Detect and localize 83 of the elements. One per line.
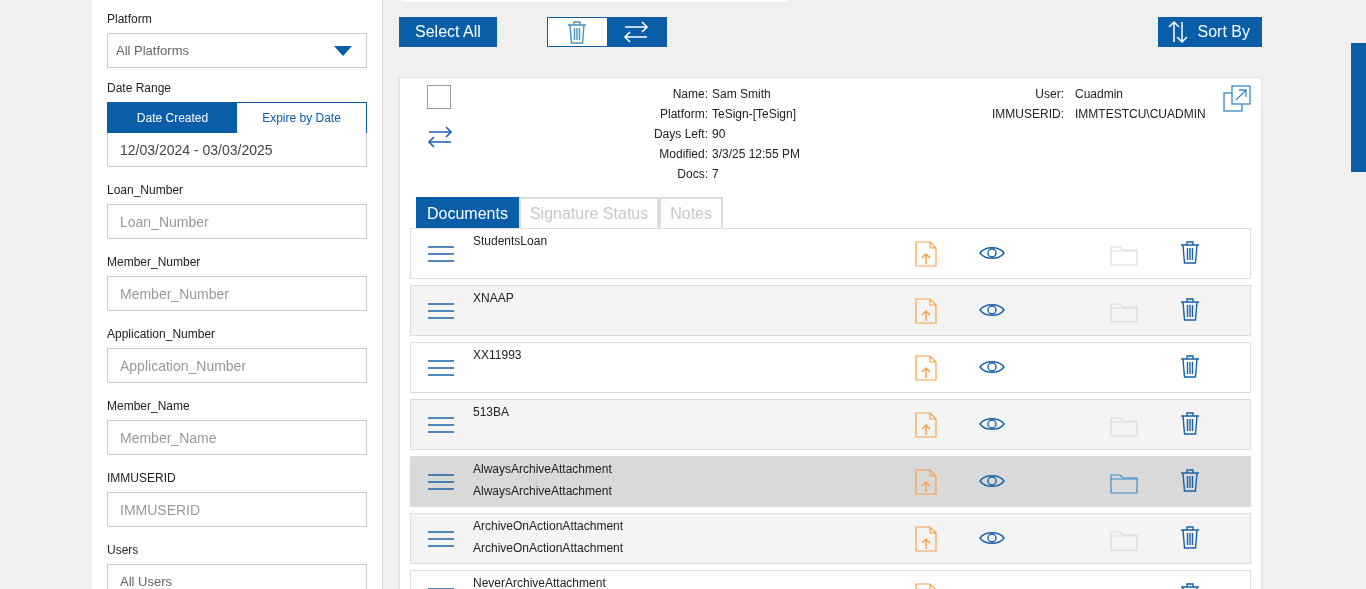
document-row[interactable]: StudentsLoan — [410, 228, 1251, 279]
eye-icon[interactable] — [979, 416, 1005, 432]
tab[interactable]: Documents — [416, 197, 519, 228]
upload-file-icon[interactable] — [915, 241, 937, 267]
menu-icon[interactable] — [428, 473, 454, 491]
field-label: Platform: — [658, 106, 708, 122]
sort-button[interactable]: Sort By — [1157, 17, 1262, 47]
sort-icon[interactable] — [1167, 21, 1188, 43]
document-subtitle: ArchiveOnActionAttachment — [473, 540, 625, 557]
document-name: AlwaysArchiveAttachment — [473, 461, 613, 478]
trash-icon[interactable] — [1179, 240, 1201, 266]
field-label: Modified: — [658, 146, 708, 162]
field-label: Users — [107, 543, 140, 557]
eye-icon[interactable] — [979, 302, 1005, 318]
field-value: 90 — [712, 126, 727, 142]
trash-icon[interactable] — [1179, 411, 1201, 437]
field-label: Loan_Number — [107, 183, 185, 197]
input-field[interactable]: Loan_Number — [107, 204, 367, 239]
folder-icon[interactable] — [1110, 472, 1138, 494]
eye-icon[interactable] — [979, 359, 1005, 375]
document-row[interactable]: AlwaysArchiveAttachment AlwaysArchiveAttachment — [410, 456, 1251, 507]
input-field[interactable]: IMMUSERID — [107, 492, 367, 527]
document-row[interactable]: ArchiveOnActionAttachment ArchiveOnActionAttachment — [410, 513, 1251, 564]
select-all-button[interactable]: Select All — [399, 17, 497, 47]
document-row[interactable]: XNAAP — [410, 285, 1251, 336]
toggle-segment[interactable] — [606, 18, 666, 46]
trash-icon[interactable] — [1179, 297, 1201, 323]
document-name: XX11993 — [473, 347, 523, 364]
swap-icon[interactable] — [427, 125, 453, 149]
eye-icon[interactable] — [979, 530, 1005, 546]
input-field[interactable]: Member_Name — [107, 420, 367, 455]
menu-icon[interactable] — [428, 302, 454, 320]
document-name: StudentsLoan — [473, 233, 549, 250]
document-row[interactable]: NeverArchiveAttachment — [410, 570, 1251, 589]
input-field[interactable]: Member_Number — [107, 276, 367, 311]
trash-icon[interactable] — [1179, 354, 1201, 380]
field-value: IMMTESTCU\CUADMIN — [1075, 106, 1206, 122]
document-subtitle: AlwaysArchiveAttachment — [473, 483, 613, 500]
platform-dropdown[interactable]: All Platforms — [107, 33, 367, 68]
field-value: TeSign-[TeSign] — [712, 106, 798, 122]
field-label: Docs: — [676, 166, 708, 182]
document-row[interactable]: XX11993 — [410, 342, 1251, 393]
document-row[interactable]: 513BA — [410, 399, 1251, 450]
field-value: Cuadmin — [1075, 86, 1125, 102]
field-label: Member_Name — [107, 399, 191, 413]
upload-file-icon[interactable] — [915, 526, 937, 552]
trash-icon[interactable] — [566, 20, 589, 44]
field-label: Days Left: — [652, 126, 708, 142]
date-range-field[interactable]: 12/03/2024 - 03/03/2025 — [107, 133, 367, 167]
upload-file-icon[interactable] — [915, 298, 937, 324]
menu-icon[interactable] — [428, 245, 454, 263]
document-name: ArchiveOnActionAttachment — [473, 518, 625, 535]
side-handle[interactable] — [1351, 43, 1366, 172]
document-name: 513BA — [473, 404, 511, 421]
upload-file-icon[interactable] — [915, 412, 937, 438]
trash-icon[interactable] — [1179, 525, 1201, 551]
field-label: Name: — [671, 86, 708, 102]
field-value: 3/3/25 12:55 PM — [712, 146, 802, 162]
field-label: Platform — [107, 12, 153, 26]
menu-icon[interactable] — [428, 359, 454, 377]
field-label: Member_Number — [107, 255, 202, 269]
menu-icon[interactable] — [428, 530, 454, 548]
document-name: XNAAP — [473, 290, 515, 307]
upload-file-icon[interactable] — [915, 355, 937, 381]
checkbox[interactable] — [427, 85, 451, 109]
expand-icon[interactable] — [1223, 85, 1251, 113]
toggle-segment[interactable] — [547, 18, 607, 46]
date-tab[interactable]: Date Created — [108, 103, 237, 133]
field-label: User: — [1034, 86, 1064, 102]
eye-icon[interactable] — [979, 245, 1005, 261]
trash-icon[interactable] — [1179, 468, 1201, 494]
field-label: Application_Number — [107, 327, 217, 341]
menu-icon[interactable] — [428, 416, 454, 434]
eye-icon[interactable] — [979, 473, 1005, 489]
field-label: IMMUSERID: — [992, 106, 1064, 122]
field-label: Date Range — [107, 81, 173, 95]
field-value: 7 — [712, 166, 720, 182]
input-field[interactable]: Application_Number — [107, 348, 367, 383]
caret-icon[interactable] — [334, 45, 352, 56]
users-dropdown[interactable]: All Users — [107, 564, 367, 589]
field-label: IMMUSERID — [107, 471, 177, 485]
field-value: Sam Smith — [712, 86, 772, 102]
document-name: NeverArchiveAttachment — [473, 575, 607, 589]
